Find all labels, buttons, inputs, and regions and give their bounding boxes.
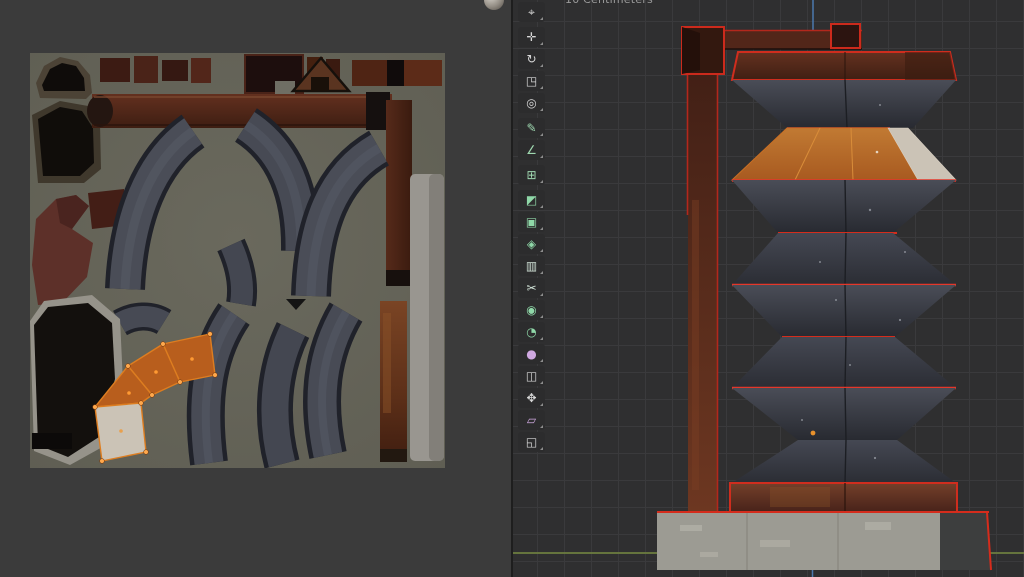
tool-inset-faces[interactable]: ▣ xyxy=(518,212,545,232)
tool-measure[interactable]: ∠ xyxy=(518,140,545,160)
tool-move[interactable]: ✛ xyxy=(518,27,545,47)
beam-right-block[interactable] xyxy=(831,24,860,48)
selected-faces[interactable] xyxy=(732,128,956,181)
subtool-corner xyxy=(540,108,543,111)
subtool-corner xyxy=(540,425,543,428)
tool-poly-build[interactable]: ◉ xyxy=(518,300,545,320)
uv-island-gray-bar[interactable] xyxy=(410,174,444,461)
tool-transform[interactable]: ◎ xyxy=(518,93,545,113)
subtool-corner xyxy=(540,42,543,45)
3d-viewport[interactable]: 10 Centimeters xyxy=(511,0,1024,577)
tower-rust-band[interactable] xyxy=(730,483,957,512)
subtool-corner xyxy=(540,337,543,340)
subtool-corner xyxy=(540,447,543,450)
texture-image xyxy=(30,53,445,468)
subtool-corner xyxy=(540,359,543,362)
tower-base[interactable] xyxy=(657,512,991,570)
uv-island-beam-vertical[interactable] xyxy=(386,100,412,286)
tool-cursor[interactable]: ⌖ xyxy=(518,2,545,22)
tool-shear[interactable]: ▱ xyxy=(518,410,545,430)
tool-add-cube[interactable]: ⊞ xyxy=(518,165,545,185)
tool-bevel[interactable]: ◈ xyxy=(518,234,545,254)
tool-smooth[interactable]: ● xyxy=(518,344,545,364)
subtool-corner xyxy=(540,205,543,208)
tower-model[interactable] xyxy=(513,0,1024,577)
subtool-corner xyxy=(540,293,543,296)
tool-edge-slide[interactable]: ◫ xyxy=(518,366,545,386)
subtool-corner xyxy=(540,86,543,89)
uv-island-rust-beam[interactable] xyxy=(380,301,407,462)
uv-image-editor[interactable] xyxy=(0,0,511,577)
tower-stone-sections[interactable] xyxy=(732,80,956,483)
subtool-corner xyxy=(540,64,543,67)
subtool-corner xyxy=(540,17,543,20)
subtool-corner xyxy=(540,180,543,183)
face-dot xyxy=(811,431,816,436)
tool-spin[interactable]: ◔ xyxy=(518,322,545,342)
subtool-corner xyxy=(540,227,543,230)
tower-top-band[interactable] xyxy=(732,52,956,80)
toolbar: ⌖ ✛↻◳◎ ✎∠ ⊞ ◩▣◈▥✂◉◔●◫✥▱◱ xyxy=(518,2,545,454)
uv-island-beam-long[interactable] xyxy=(87,92,392,130)
subtool-corner xyxy=(540,403,543,406)
subtool-corner xyxy=(540,381,543,384)
subtool-corner xyxy=(540,315,543,318)
tool-rotate[interactable]: ↻ xyxy=(518,49,545,69)
tower-pole[interactable] xyxy=(688,36,718,512)
tool-rip-region[interactable]: ◱ xyxy=(518,432,545,452)
tool-extrude-region[interactable]: ◩ xyxy=(518,190,545,210)
subtool-corner xyxy=(540,249,543,252)
tool-shrink-fatten[interactable]: ✥ xyxy=(518,388,545,408)
tool-scale[interactable]: ◳ xyxy=(518,71,545,91)
blender-window: 10 Centimeters xyxy=(0,0,1024,577)
tool-annotate[interactable]: ✎ xyxy=(518,118,545,138)
subtool-corner xyxy=(540,271,543,274)
subtool-corner xyxy=(540,133,543,136)
tool-knife[interactable]: ✂ xyxy=(518,278,545,298)
uv-island-beam-topright[interactable] xyxy=(352,60,442,86)
tool-loop-cut[interactable]: ▥ xyxy=(518,256,545,276)
subtool-corner xyxy=(540,155,543,158)
